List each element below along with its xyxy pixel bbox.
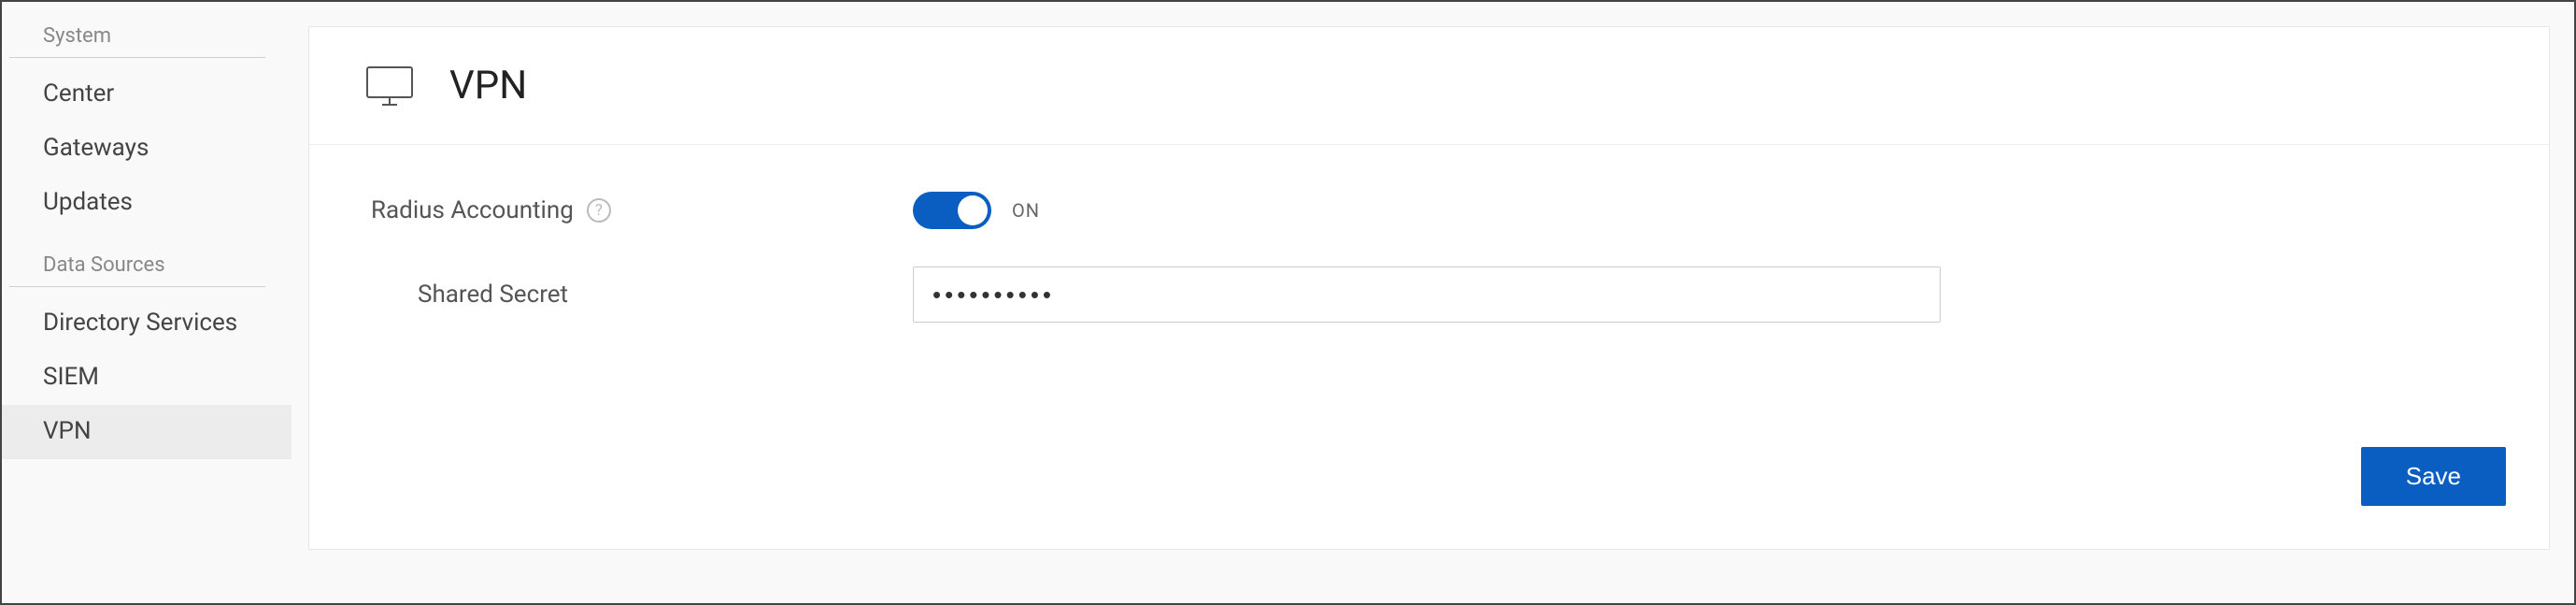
page-title: VPN: [449, 63, 527, 108]
save-button[interactable]: Save: [2361, 447, 2506, 506]
app-frame: System Center Gateways Updates Data Sour…: [0, 0, 2576, 605]
row-radius-accounting: Radius Accounting ? ON: [362, 192, 2497, 229]
label-radius-accounting-text: Radius Accounting: [371, 196, 574, 224]
label-shared-secret: Shared Secret: [362, 281, 913, 309]
main-content: VPN Radius Accounting ? ON: [292, 2, 2574, 603]
settings-panel: VPN Radius Accounting ? ON: [308, 26, 2550, 550]
sidebar-gap: [2, 229, 292, 248]
shared-secret-input[interactable]: [913, 266, 1941, 323]
sidebar: System Center Gateways Updates Data Sour…: [2, 2, 292, 603]
sidebar-item-directory-services[interactable]: Directory Services: [2, 296, 292, 351]
sidebar-section-system: System: [9, 19, 265, 58]
panel-body: Radius Accounting ? ON Shared Secret: [309, 145, 2549, 447]
panel-header: VPN: [309, 27, 2549, 145]
radius-accounting-state: ON: [1012, 199, 1040, 222]
sidebar-item-center[interactable]: Center: [2, 67, 292, 122]
label-shared-secret-text: Shared Secret: [418, 281, 568, 309]
sidebar-item-gateways[interactable]: Gateways: [2, 122, 292, 176]
label-radius-accounting: Radius Accounting ?: [362, 196, 913, 224]
sidebar-item-vpn[interactable]: VPN: [2, 405, 292, 459]
monitor-icon: [362, 64, 418, 108]
radius-accounting-toggle-wrap: ON: [913, 192, 1040, 229]
sidebar-item-updates[interactable]: Updates: [2, 176, 292, 230]
help-icon[interactable]: ?: [587, 198, 611, 223]
sidebar-item-siem[interactable]: SIEM: [2, 351, 292, 405]
panel-footer: Save: [309, 447, 2549, 549]
toggle-knob: [958, 195, 988, 225]
row-shared-secret: Shared Secret: [362, 266, 2497, 323]
radius-accounting-toggle[interactable]: [913, 192, 991, 229]
sidebar-section-data-sources: Data Sources: [9, 248, 265, 287]
